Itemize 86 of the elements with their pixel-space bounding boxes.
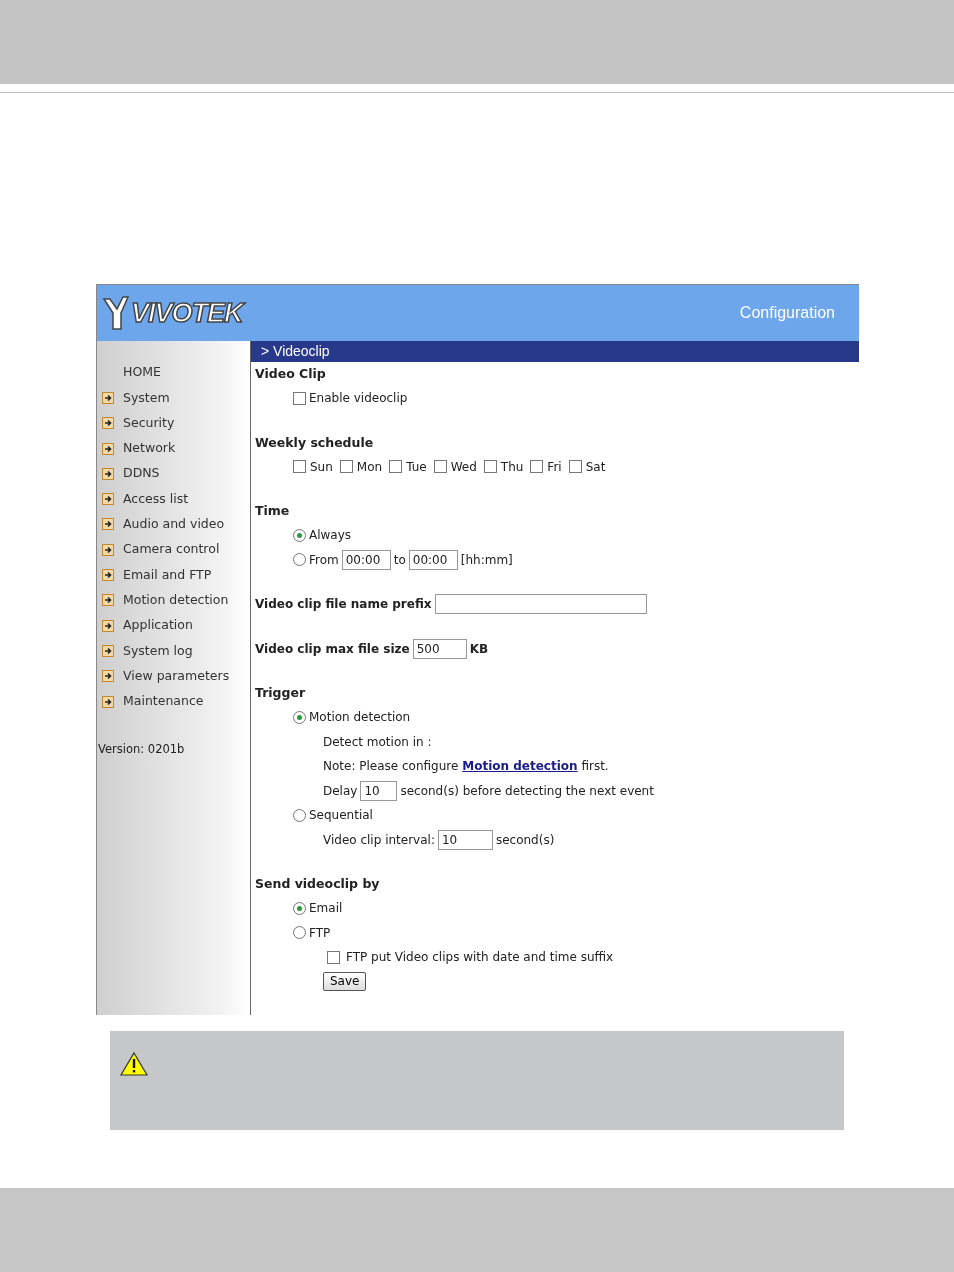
section-heading: Trigger: [254, 684, 307, 702]
option-label: Email: [309, 900, 343, 918]
arrow-icon: [102, 493, 114, 506]
checkbox[interactable]: [339, 460, 353, 474]
arrow-icon: [102, 594, 114, 607]
option-label: second(s) before detecting the next event: [400, 782, 654, 800]
option-label: FTP: [309, 924, 331, 942]
sidebar-link[interactable]: View parameters: [123, 666, 230, 686]
note-text: Note: Please configure Motion detection first.: [323, 758, 609, 776]
sidebar-link[interactable]: Network: [123, 439, 176, 458]
sidebar-link[interactable]: Access list: [123, 489, 189, 509]
radio-button[interactable]: [293, 926, 306, 940]
field-label: Video clip file name prefix: [255, 596, 432, 614]
checkbox[interactable]: [327, 950, 340, 964]
option-label: Always: [309, 527, 352, 545]
section-heading: Time: [254, 502, 291, 520]
section-heading: Weekly schedule: [254, 433, 375, 452]
option-label: Enable videoclip: [309, 390, 408, 408]
radio-button[interactable]: [293, 528, 306, 542]
arrow-icon: [102, 467, 114, 480]
arrow-icon: [102, 569, 114, 581]
sidebar-link[interactable]: System log: [123, 641, 193, 661]
sidebar-link[interactable]: HOME: [123, 363, 161, 382]
motion-detection-link[interactable]: Motion detection: [462, 759, 578, 774]
option-label: From: [309, 551, 339, 569]
detect-text: Detect motion in :: [323, 733, 432, 751]
unit-label: KB: [469, 640, 489, 658]
radio-button[interactable]: [293, 808, 306, 822]
option-label: Sat: [585, 458, 606, 476]
option-label: [hh:mm]: [460, 551, 513, 569]
checkbox[interactable]: [293, 391, 306, 405]
option-label: Fri: [547, 458, 562, 476]
option-label: Tue: [406, 458, 427, 476]
option-label: FTP put Video clips with date and time suffix: [346, 949, 614, 967]
version-text: Version: 0201b: [97, 741, 186, 759]
option-label: Mon: [356, 458, 383, 476]
sidebar-link[interactable]: DDNS: [123, 464, 160, 484]
sidebar-link[interactable]: System: [123, 388, 170, 408]
section-heading: Send videoclip by: [254, 875, 381, 893]
arrow-icon: [102, 619, 114, 632]
interval-field[interactable]: 10: [437, 829, 493, 850]
radio-button[interactable]: [293, 710, 306, 724]
arrow-icon: [102, 518, 114, 531]
sidebar-link[interactable]: Camera control: [123, 540, 220, 560]
field-label: Video clip max file size: [255, 640, 410, 658]
sidebar-link[interactable]: Maintenance: [123, 692, 204, 711]
arrow-icon: [102, 442, 114, 455]
arrow-icon: [102, 417, 114, 430]
checkbox[interactable]: [389, 460, 403, 474]
prefix-field[interactable]: [434, 594, 647, 615]
option-label: Motion detection: [309, 709, 411, 727]
option-label: Delay: [323, 782, 358, 800]
delay-field[interactable]: 10: [360, 780, 398, 801]
option-label: Sun: [310, 458, 333, 476]
sidebar-link[interactable]: Email and FTP: [123, 565, 212, 585]
checkbox[interactable]: [293, 460, 306, 474]
logo-text: VIVOTEK: [131, 296, 243, 330]
section-heading: Video Clip: [254, 365, 327, 383]
start-time-field[interactable]: 00:00: [341, 549, 391, 570]
sidebar-link[interactable]: Motion detection: [123, 590, 229, 610]
arrow-icon: [102, 644, 114, 657]
sidebar-link[interactable]: Application: [123, 616, 193, 635]
arrow-icon: [102, 543, 114, 556]
option-label: Sequential: [309, 807, 373, 825]
checkbox[interactable]: [483, 460, 497, 474]
option-label: Thu: [500, 458, 524, 476]
section-title-bar: > Videoclip: [251, 341, 859, 362]
radio-button[interactable]: [293, 553, 306, 567]
arrow-icon: [102, 391, 114, 404]
warning-icon: [119, 1051, 149, 1077]
max-size-field[interactable]: 500: [412, 638, 467, 659]
checkbox[interactable]: [568, 460, 582, 474]
sidebar-link[interactable]: Security: [123, 413, 175, 433]
option-label: Wed: [450, 458, 477, 476]
option-label: second(s): [495, 831, 555, 849]
option-label: to: [393, 551, 406, 569]
checkbox[interactable]: [530, 460, 544, 474]
arrow-icon: [102, 670, 114, 683]
radio-button[interactable]: [293, 901, 306, 915]
save-button[interactable]: Save: [323, 972, 367, 992]
option-label: Video clip interval:: [323, 831, 435, 849]
sidebar-link[interactable]: Audio and video: [123, 515, 225, 534]
banner-title: Configuration: [739, 303, 835, 323]
end-time-field[interactable]: 00:00: [408, 549, 458, 570]
checkbox[interactable]: [433, 460, 447, 474]
arrow-icon: [102, 695, 114, 708]
